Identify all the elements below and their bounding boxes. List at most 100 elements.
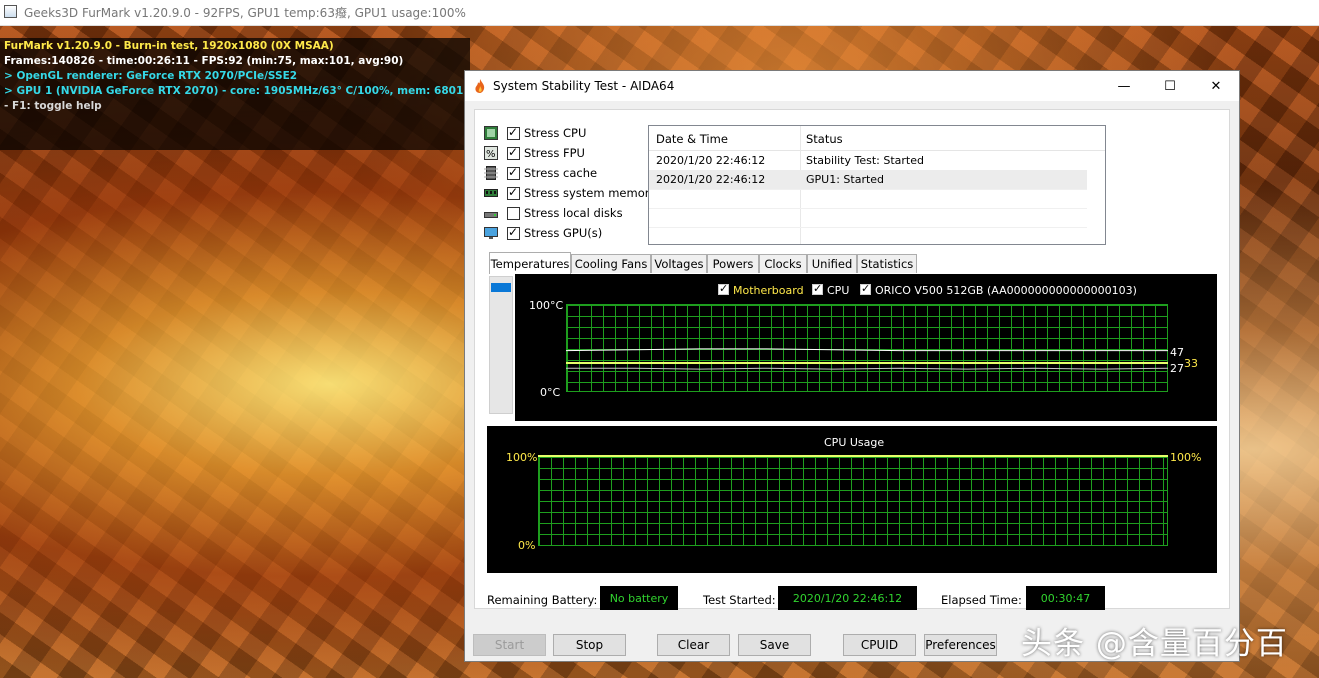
battery-label: Remaining Battery: bbox=[487, 593, 598, 607]
stress-cpu-checkbox[interactable] bbox=[507, 125, 520, 140]
furmark-titlebar[interactable]: Geeks3D FurMark v1.20.9.0 - 92FPS, GPU1 … bbox=[0, 0, 1319, 26]
stress-gpu-checkbox[interactable] bbox=[507, 225, 520, 240]
test-started-value: 2020/1/20 22:46:12 bbox=[778, 586, 917, 610]
cpu-series-plot bbox=[538, 455, 1168, 457]
legend-cpu[interactable]: CPU bbox=[812, 282, 850, 297]
temp-series-plot bbox=[565, 348, 1169, 370]
aida-window-title: System Stability Test - AIDA64 bbox=[493, 79, 675, 93]
tab-unified[interactable]: Unified bbox=[807, 254, 857, 273]
cpu-usage-title: CPU Usage bbox=[824, 436, 885, 449]
legend-orico-ssd[interactable]: ORICO V500 512GB (AA000000000000000103) bbox=[860, 282, 1137, 297]
status-bar: Remaining Battery: No battery Test Start… bbox=[465, 579, 1239, 610]
stress-cache-checkbox[interactable] bbox=[507, 165, 520, 180]
temp-value-motherboard: 33 bbox=[1184, 357, 1198, 370]
stress-option-fpu[interactable]: % Stress FPU bbox=[484, 144, 585, 162]
tab-powers[interactable]: Powers bbox=[707, 254, 759, 273]
log-row-divider bbox=[649, 208, 1087, 209]
tab-temperatures[interactable]: Temperatures bbox=[489, 252, 571, 274]
stress-cache-label: Stress cache bbox=[524, 166, 598, 180]
event-log-header: Date & Time Status bbox=[649, 126, 1105, 151]
tab-clocks[interactable]: Clocks bbox=[759, 254, 807, 273]
osd-line-help: - F1: toggle help bbox=[4, 100, 102, 112]
elapsed-time-value: 00:30:47 bbox=[1026, 586, 1105, 610]
disk-drive-icon bbox=[484, 212, 498, 218]
column-header-datetime[interactable]: Date & Time bbox=[656, 132, 728, 146]
stress-option-disks[interactable]: Stress local disks bbox=[484, 204, 623, 222]
stress-memory-label: Stress system memory bbox=[524, 186, 657, 200]
fpu-percent-icon: % bbox=[484, 146, 498, 160]
maximize-button[interactable]: ☐ bbox=[1147, 71, 1193, 101]
stress-option-cpu[interactable]: Stress CPU bbox=[484, 124, 586, 142]
stress-disks-label: Stress local disks bbox=[524, 206, 623, 220]
stress-option-memory[interactable]: Stress system memory bbox=[484, 184, 656, 202]
tab-voltages[interactable]: Voltages bbox=[651, 254, 707, 273]
cpu-y-max-label: 100% bbox=[506, 451, 538, 464]
osd-line-title: FurMark v1.20.9.0 - Burn-in test, 1920x1… bbox=[4, 40, 334, 52]
monitor-icon bbox=[484, 227, 498, 239]
stress-memory-checkbox[interactable] bbox=[507, 185, 520, 200]
temperature-graph: Motherboard CPU ORICO V500 512GB (AA0000… bbox=[515, 274, 1217, 421]
stress-gpu-label: Stress GPU(s) bbox=[524, 226, 603, 240]
cpu-usage-graph: CPU Usage 100% 0% 100% bbox=[487, 426, 1217, 573]
osd-line-gpu: > GPU 1 (NVIDIA GeForce RTX 2070) - core… bbox=[4, 85, 535, 97]
legend-motherboard-checkbox[interactable] bbox=[718, 282, 729, 295]
legend-orico-checkbox[interactable] bbox=[860, 282, 871, 295]
save-button[interactable]: Save bbox=[738, 634, 811, 656]
tab-cooling-fans[interactable]: Cooling Fans bbox=[571, 254, 651, 273]
start-button[interactable]: Start bbox=[473, 634, 546, 656]
log-row-divider bbox=[649, 189, 1087, 190]
log-row-divider bbox=[649, 227, 1087, 228]
legend-motherboard[interactable]: Motherboard bbox=[718, 282, 804, 297]
series-line-orico-v500-512gb-aa000000000000000103 bbox=[566, 367, 1169, 370]
stress-cpu-label: Stress CPU bbox=[524, 126, 587, 140]
stress-option-cache[interactable]: Stress cache bbox=[484, 164, 597, 182]
graph-selector-thumb[interactable] bbox=[491, 283, 511, 292]
aida-stability-window: System Stability Test - AIDA64 — ☐ ✕ Str… bbox=[464, 70, 1240, 662]
aida-titlebar[interactable]: System Stability Test - AIDA64 — ☐ ✕ bbox=[465, 71, 1239, 101]
osd-line-frames: Frames:140826 - time:00:26:11 - FPS:92 (… bbox=[4, 55, 404, 67]
toutiao-watermark: 头条 @含量百分百 bbox=[1021, 626, 1288, 662]
log-row-datetime: 2020/1/20 22:46:12 bbox=[656, 173, 766, 186]
legend-motherboard-label: Motherboard bbox=[733, 284, 804, 297]
column-header-status[interactable]: Status bbox=[806, 132, 843, 146]
furmark-osd: FurMark v1.20.9.0 - Burn-in test, 1920x1… bbox=[0, 38, 534, 150]
elapsed-time-label: Elapsed Time: bbox=[941, 593, 1022, 607]
temp-value-cpu: 47 bbox=[1170, 346, 1184, 359]
stress-fpu-label: Stress FPU bbox=[524, 146, 585, 160]
stress-disks-checkbox[interactable] bbox=[507, 206, 520, 220]
legend-cpu-checkbox[interactable] bbox=[812, 282, 823, 295]
log-row-status: Stability Test: Started bbox=[806, 154, 924, 167]
stress-fpu-checkbox[interactable] bbox=[507, 145, 520, 160]
log-row[interactable]: 2020/1/20 22:46:12 Stability Test: Start… bbox=[649, 151, 1087, 170]
clear-button[interactable]: Clear bbox=[657, 634, 730, 656]
temp-y-max-label: 100°C bbox=[529, 299, 564, 312]
test-started-label: Test Started: bbox=[703, 593, 776, 607]
legend-cpu-label: CPU bbox=[827, 284, 850, 297]
stress-option-gpu[interactable]: Stress GPU(s) bbox=[484, 224, 602, 242]
series-line-cpu bbox=[565, 348, 1168, 352]
temp-y-min-label: 0°C bbox=[540, 386, 561, 399]
temp-value-orico: 27 bbox=[1170, 362, 1184, 375]
flame-icon bbox=[475, 79, 485, 93]
legend-orico-label: ORICO V500 512GB (AA000000000000000103) bbox=[875, 284, 1137, 297]
memory-module-icon bbox=[484, 189, 498, 197]
graph-selector-scrollbar[interactable] bbox=[489, 276, 513, 414]
furmark-window-title: Geeks3D FurMark v1.20.9.0 - 92FPS, GPU1 … bbox=[24, 6, 466, 20]
cache-chip-icon bbox=[484, 166, 498, 180]
cpuid-button[interactable]: CPUID bbox=[843, 634, 916, 656]
minimize-button[interactable]: — bbox=[1101, 71, 1147, 101]
cpu-chip-icon bbox=[484, 126, 498, 140]
battery-value: No battery bbox=[600, 586, 678, 610]
log-row-datetime: 2020/1/20 22:46:12 bbox=[656, 154, 766, 167]
preferences-button[interactable]: Preferences bbox=[924, 634, 997, 656]
stop-button[interactable]: Stop bbox=[553, 634, 626, 656]
furmark-app-icon bbox=[4, 5, 17, 18]
close-button[interactable]: ✕ bbox=[1193, 71, 1239, 101]
svg-text:%: % bbox=[486, 149, 496, 160]
tab-statistics[interactable]: Statistics bbox=[857, 254, 917, 273]
osd-line-renderer: > OpenGL renderer: GeForce RTX 2070/PCIe… bbox=[4, 70, 298, 82]
log-row[interactable]: 2020/1/20 22:46:12 GPU1: Started bbox=[649, 170, 1087, 189]
event-log-list[interactable]: Date & Time Status 2020/1/20 22:46:12 St… bbox=[648, 125, 1106, 245]
cpu-usage-value: 100% bbox=[1170, 451, 1202, 464]
cpu-y-min-label: 0% bbox=[518, 539, 536, 552]
